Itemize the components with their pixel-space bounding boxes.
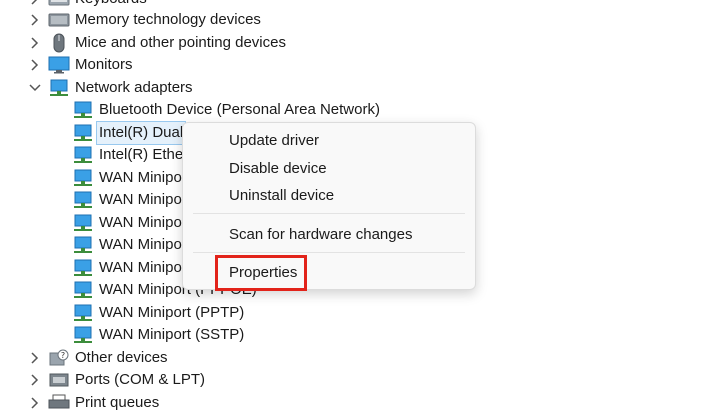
tree-item-label: WAN Minipo (99, 259, 182, 276)
network-adapter-icon (72, 100, 94, 120)
tree-item-adapter[interactable]: WAN Minipo (72, 167, 182, 189)
chevron-down-icon[interactable] (28, 77, 42, 99)
context-menu: Update driver Disable device Uninstall d… (182, 122, 476, 291)
network-adapter-icon (72, 190, 94, 210)
network-adapter-icon (72, 325, 94, 345)
tree-item-label: WAN Minipo (99, 191, 182, 208)
chevron-right-icon[interactable] (28, 347, 42, 369)
tree-item-mice[interactable]: Mice and other pointing devices (0, 32, 400, 54)
tree-item-adapter[interactable]: WAN Minipo (72, 234, 182, 256)
menu-item-disable-device[interactable]: Disable device (229, 157, 327, 181)
tree-item-label: Memory technology devices (75, 11, 261, 28)
monitor-icon (48, 55, 70, 75)
port-icon (48, 370, 70, 390)
tree-item-label: Print queues (75, 394, 160, 411)
tree-item-adapter[interactable]: WAN Miniport (SSTP) (72, 324, 244, 346)
tree-item-ports[interactable]: Ports (COM & LPT) (0, 369, 400, 391)
chevron-right-icon[interactable] (28, 54, 42, 76)
tree-item-other-devices[interactable]: ? Other devices (0, 347, 400, 369)
menu-item-update-driver[interactable]: Update driver (229, 129, 319, 153)
unknown-device-icon: ? (48, 348, 70, 368)
tree-item-adapter-selected[interactable]: Intel(R) Dual (72, 121, 187, 145)
chevron-right-icon[interactable] (28, 9, 42, 31)
printer-icon (48, 393, 70, 413)
tree-item-adapter[interactable]: WAN Minipo (72, 257, 182, 279)
network-adapter-icon (72, 235, 94, 255)
network-adapter-icon (72, 213, 94, 233)
tree-item-label: Other devices (75, 349, 168, 366)
mouse-icon (48, 33, 70, 53)
properties-highlight-box (215, 255, 307, 291)
tree-item-label: WAN Minipo (99, 169, 182, 186)
tree-item-label: Intel(R) Dual (95, 121, 187, 145)
network-adapter-icon (72, 123, 94, 143)
tree-item-label: WAN Miniport (PPTP) (99, 304, 245, 321)
tree-item-network-adapters[interactable]: Network adapters (0, 77, 400, 99)
tree-item-label: Intel(R) Ether (99, 146, 189, 163)
svg-text:?: ? (61, 351, 65, 360)
tree-item-adapter[interactable]: WAN Minipo (72, 189, 182, 211)
network-adapter-icon (48, 78, 70, 98)
memory-device-icon (48, 10, 70, 30)
tree-item-label: WAN Minipo (99, 236, 182, 253)
network-adapter-icon (72, 303, 94, 323)
tree-item-label: Ports (COM & LPT) (75, 371, 206, 388)
tree-item-label: Bluetooth Device (Personal Area Network) (99, 101, 380, 118)
tree-item-label: Monitors (75, 56, 133, 73)
tree-item-print-queues[interactable]: Print queues (0, 392, 400, 414)
chevron-right-icon[interactable] (28, 32, 42, 54)
network-adapter-icon (72, 258, 94, 278)
tree-item-adapter[interactable]: WAN Miniport (PPTP) (72, 302, 244, 324)
menu-separator (193, 213, 465, 214)
network-adapter-icon (72, 168, 94, 188)
menu-item-uninstall-device[interactable]: Uninstall device (229, 184, 334, 208)
network-adapter-icon (72, 280, 94, 300)
chevron-right-icon[interactable] (28, 392, 42, 414)
tree-item-adapter[interactable]: Bluetooth Device (Personal Area Network) (72, 99, 380, 121)
network-adapter-icon (72, 145, 94, 165)
keyboard-icon (48, 0, 70, 9)
menu-separator (193, 252, 465, 253)
tree-item-adapter[interactable]: WAN Minipo (72, 212, 182, 234)
tree-item-label: WAN Miniport (SSTP) (99, 326, 245, 343)
tree-item-adapter[interactable]: Intel(R) Ether (72, 144, 188, 166)
tree-item-monitors[interactable]: Monitors (0, 54, 400, 76)
tree-item-label: Network adapters (75, 79, 193, 96)
tree-item-memory-technology[interactable]: Memory technology devices (0, 9, 400, 31)
tree-item-label: Mice and other pointing devices (75, 34, 286, 51)
tree-item-label: WAN Minipo (99, 214, 182, 231)
menu-item-scan-hardware[interactable]: Scan for hardware changes (229, 223, 412, 247)
chevron-right-icon[interactable] (28, 369, 42, 391)
